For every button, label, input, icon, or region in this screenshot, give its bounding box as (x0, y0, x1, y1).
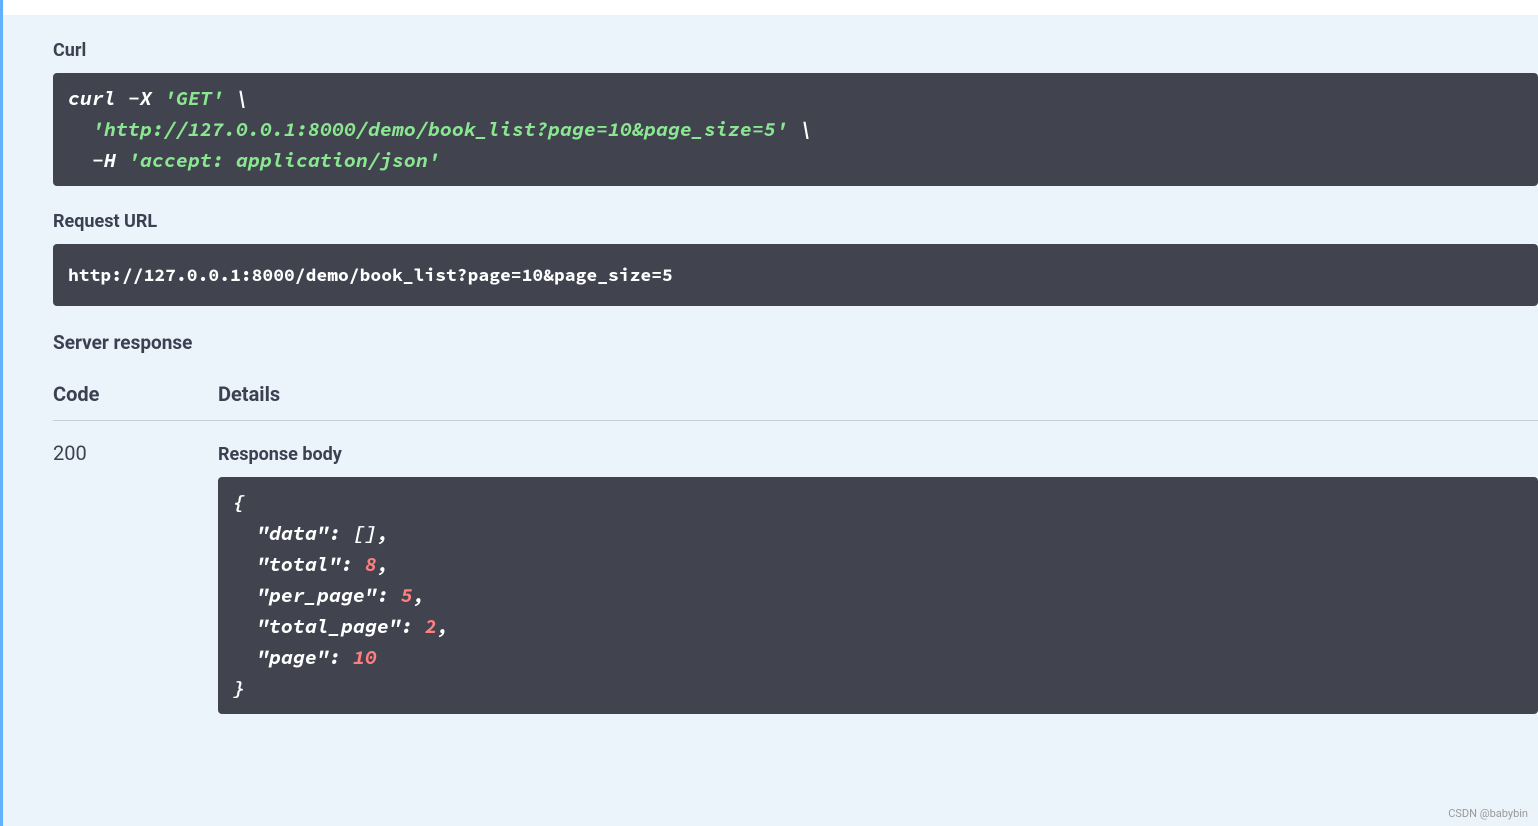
response-section: Curl curl -X 'GET' \ 'http://127.0.0.1:8… (3, 15, 1538, 826)
request-url-label: Request URL (53, 211, 1538, 232)
response-table: Code Details 200 Response body { "data":… (53, 382, 1538, 714)
response-details: Response body { "data": [], "total": 8, … (218, 441, 1538, 714)
json-page-key: "page" (233, 645, 329, 670)
curl-url: 'http://127.0.0.1:8000/demo/book_list?pa… (92, 117, 788, 142)
request-url-block[interactable]: http://127.0.0.1:8000/demo/book_list?pag… (53, 244, 1538, 306)
json-open: { (233, 490, 245, 515)
curl-code-block[interactable]: curl -X 'GET' \ 'http://127.0.0.1:8000/d… (53, 73, 1538, 186)
json-totalpage-sep: : (401, 614, 425, 639)
watermark: CSDN @babybin (1448, 807, 1528, 820)
json-total-end: , (377, 552, 389, 577)
json-totalpage-end: , (437, 614, 449, 639)
json-data-val: : [], (329, 521, 389, 546)
json-perpage-sep: : (377, 583, 401, 608)
json-page-sep: : (329, 645, 353, 670)
details-header: Details (218, 382, 280, 406)
response-row: 200 Response body { "data": [], "total":… (53, 441, 1538, 714)
response-container: Curl curl -X 'GET' \ 'http://127.0.0.1:8… (0, 0, 1538, 826)
response-body-block[interactable]: { "data": [], "total": 8, "per_page": 5,… (218, 477, 1538, 714)
status-code: 200 (53, 441, 218, 714)
curl-cmd: curl -X (68, 86, 164, 111)
json-total-sep: : (341, 552, 365, 577)
json-total-val: 8 (365, 552, 377, 577)
response-body-label: Response body (218, 444, 1538, 465)
response-header-row: Code Details (53, 382, 1538, 421)
json-totalpage-key: "total_page" (233, 614, 401, 639)
json-total-key: "total" (233, 552, 341, 577)
json-perpage-key: "per_page" (233, 583, 377, 608)
json-perpage-end: , (413, 583, 425, 608)
json-perpage-val: 5 (401, 583, 413, 608)
json-totalpage-val: 2 (425, 614, 437, 639)
code-header: Code (53, 382, 218, 406)
server-response-label: Server response (53, 331, 1538, 354)
curl-slash1: \ (224, 86, 248, 111)
curl-h-flag: -H (68, 148, 128, 173)
curl-slash2: \ (788, 117, 812, 142)
json-data-key: "data" (233, 521, 329, 546)
curl-method: 'GET' (164, 86, 224, 111)
curl-indent2 (68, 117, 92, 142)
request-url-value: http://127.0.0.1:8000/demo/book_list?pag… (68, 263, 673, 286)
curl-header: 'accept: application/json' (128, 148, 440, 173)
json-page-val: 10 (353, 645, 377, 670)
curl-label: Curl (53, 40, 1538, 61)
json-close: } (233, 676, 245, 701)
